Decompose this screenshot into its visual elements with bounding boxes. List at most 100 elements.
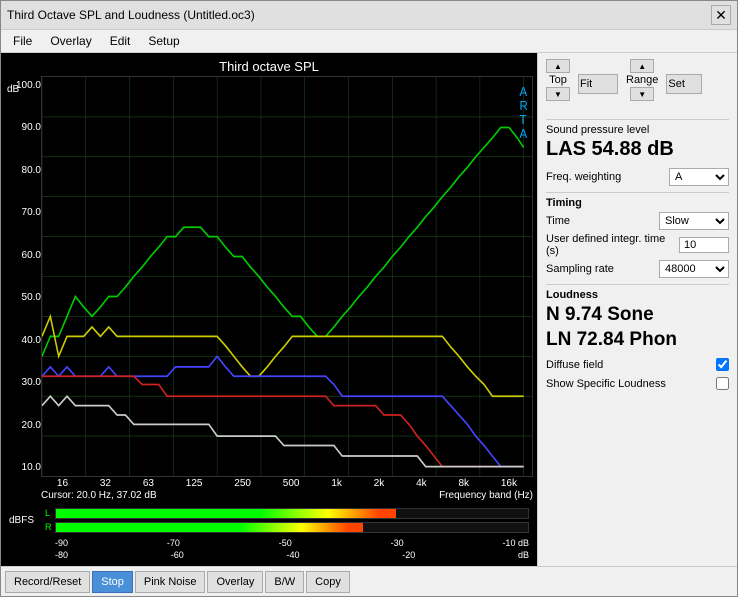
svg-text:R: R (519, 98, 527, 113)
svg-text:A: A (519, 126, 527, 141)
tick--70: -70 (167, 538, 180, 548)
tick2--60: -60 (171, 550, 184, 560)
set-button[interactable]: Set (666, 74, 702, 94)
chart-title: Third octave SPL (5, 57, 533, 76)
sampling-row: Sampling rate 480004410096000 (546, 260, 729, 278)
title-bar: Third Octave SPL and Loudness (Untitled.… (1, 1, 737, 30)
menu-setup[interactable]: Setup (140, 32, 187, 50)
tick2--20: -20 (402, 550, 415, 560)
r-label: R (45, 522, 55, 532)
y-axis: 100.0 90.0 80.0 70.0 60.0 50.0 40.0 30.0… (5, 76, 41, 477)
top-label: Top (549, 74, 567, 86)
l-label: L (45, 508, 55, 518)
set-button-group: Set (666, 59, 702, 109)
time-label: Time (546, 215, 570, 227)
tick2--40: -40 (286, 550, 299, 560)
window-title: Third Octave SPL and Loudness (Untitled.… (7, 8, 255, 22)
x-label-32: 32 (100, 478, 111, 489)
main-window: Third Octave SPL and Loudness (Untitled.… (0, 0, 738, 597)
cursor-info: Cursor: 20.0 Hz, 37.02 dB (41, 490, 157, 501)
show-specific-row: Show Specific Loudness (546, 377, 729, 390)
frequency-band-label: Frequency band (Hz) (439, 490, 533, 501)
tick--50: -50 (279, 538, 292, 548)
main-content: Third octave SPL dB 100.0 90.0 80.0 70.0… (1, 53, 737, 566)
fit-button-group: Fit (578, 59, 618, 109)
time-row: Time SlowFastImpulse (546, 212, 729, 230)
diffuse-field-row: Diffuse field (546, 358, 729, 371)
tick--30: -30 (391, 538, 404, 548)
r-fill (56, 523, 363, 532)
chart-svg: A R T A (42, 77, 532, 476)
user-integr-label: User defined integr. time (s) (546, 233, 675, 257)
copy-button[interactable]: Copy (306, 571, 350, 593)
level-bar-area: dBFS L R (5, 502, 533, 538)
l-fill (56, 509, 396, 518)
time-select[interactable]: SlowFastImpulse (659, 212, 729, 230)
y-label-90: 90.0 (5, 122, 41, 133)
menu-overlay[interactable]: Overlay (42, 32, 99, 50)
x-label-8k: 8k (458, 478, 469, 489)
x-label-4k: 4k (416, 478, 427, 489)
y-label-10: 10.0 (5, 462, 41, 473)
svg-text:A: A (519, 84, 527, 99)
record-reset-button[interactable]: Record/Reset (5, 571, 90, 593)
y-axis-label: dB (7, 84, 19, 95)
y-label-60: 60.0 (5, 250, 41, 261)
chart-area: Third octave SPL dB 100.0 90.0 80.0 70.0… (1, 53, 537, 566)
loudness-label: Loudness (546, 289, 729, 301)
pink-noise-button[interactable]: Pink Noise (135, 571, 206, 593)
x-axis-labels: 16 32 63 125 250 500 1k 2k 4k 8k 16k (5, 477, 533, 490)
bw-button[interactable]: B/W (265, 571, 304, 593)
top-up-button[interactable]: ▲ (546, 59, 570, 73)
x-label-16k: 16k (501, 478, 517, 489)
l-bar-row: L (45, 507, 529, 520)
show-specific-label: Show Specific Loudness (546, 378, 666, 390)
show-specific-checkbox[interactable] (716, 377, 729, 390)
user-integr-row: User defined integr. time (s) (546, 233, 729, 257)
spl-section-label: Sound pressure level (546, 124, 729, 136)
menu-file[interactable]: File (5, 32, 40, 50)
user-integr-input[interactable] (679, 237, 729, 253)
close-button[interactable]: ✕ (711, 5, 731, 25)
tick2-db: dB (518, 550, 529, 560)
bottom-buttons: Record/Reset Stop Pink Noise Overlay B/W… (1, 566, 737, 596)
loudness-section: Loudness N 9.74 Sone LN 72.84 Phon (546, 284, 729, 352)
sampling-select[interactable]: 480004410096000 (659, 260, 729, 278)
range-up-button[interactable]: ▲ (630, 59, 654, 73)
r-bar (55, 522, 529, 533)
overlay-button[interactable]: Overlay (207, 571, 263, 593)
freq-weighting-label: Freq. weighting (546, 171, 621, 183)
y-label-40: 40.0 (5, 335, 41, 346)
diffuse-field-label: Diffuse field (546, 359, 603, 371)
y-label-20: 20.0 (5, 420, 41, 431)
chart-container: dB 100.0 90.0 80.0 70.0 60.0 50.0 40.0 3… (5, 76, 533, 477)
x-label-63: 63 (143, 478, 154, 489)
timing-label: Timing (546, 197, 729, 209)
ln-value: LN 72.84 Phon (546, 328, 729, 353)
l-bar (55, 508, 529, 519)
n-value: N 9.74 Sone (546, 303, 729, 328)
x-label-16: 16 (57, 478, 68, 489)
x-axis-info: Cursor: 20.0 Hz, 37.02 dB Frequency band… (5, 490, 533, 502)
range-spinner-group: ▲ Range ▼ (626, 59, 658, 101)
level-bars: L R (45, 507, 529, 534)
x-label-125: 125 (186, 478, 203, 489)
diffuse-field-checkbox[interactable] (716, 358, 729, 371)
dbfs-label: dBFS (9, 515, 45, 526)
top-down-button[interactable]: ▼ (546, 87, 570, 101)
freq-weighting-select[interactable]: ABCZ (669, 168, 729, 186)
x-label-500: 500 (283, 478, 300, 489)
svg-text:T: T (519, 112, 527, 127)
stop-button[interactable]: Stop (92, 571, 133, 593)
fit-button[interactable]: Fit (578, 74, 618, 94)
top-range-controls: ▲ Top ▼ Fit ▲ Range ▼ Set (546, 59, 729, 109)
y-label-70: 70.0 (5, 207, 41, 218)
tick-rows: -90 -70 -50 -30 -10 dB (5, 538, 533, 550)
menu-edit[interactable]: Edit (102, 32, 139, 50)
y-label-80: 80.0 (5, 165, 41, 176)
chart-plot[interactable]: A R T A (41, 76, 533, 477)
range-down-button[interactable]: ▼ (630, 87, 654, 101)
x-label-2k: 2k (374, 478, 385, 489)
y-label-30: 30.0 (5, 377, 41, 388)
x-label-1k: 1k (331, 478, 342, 489)
